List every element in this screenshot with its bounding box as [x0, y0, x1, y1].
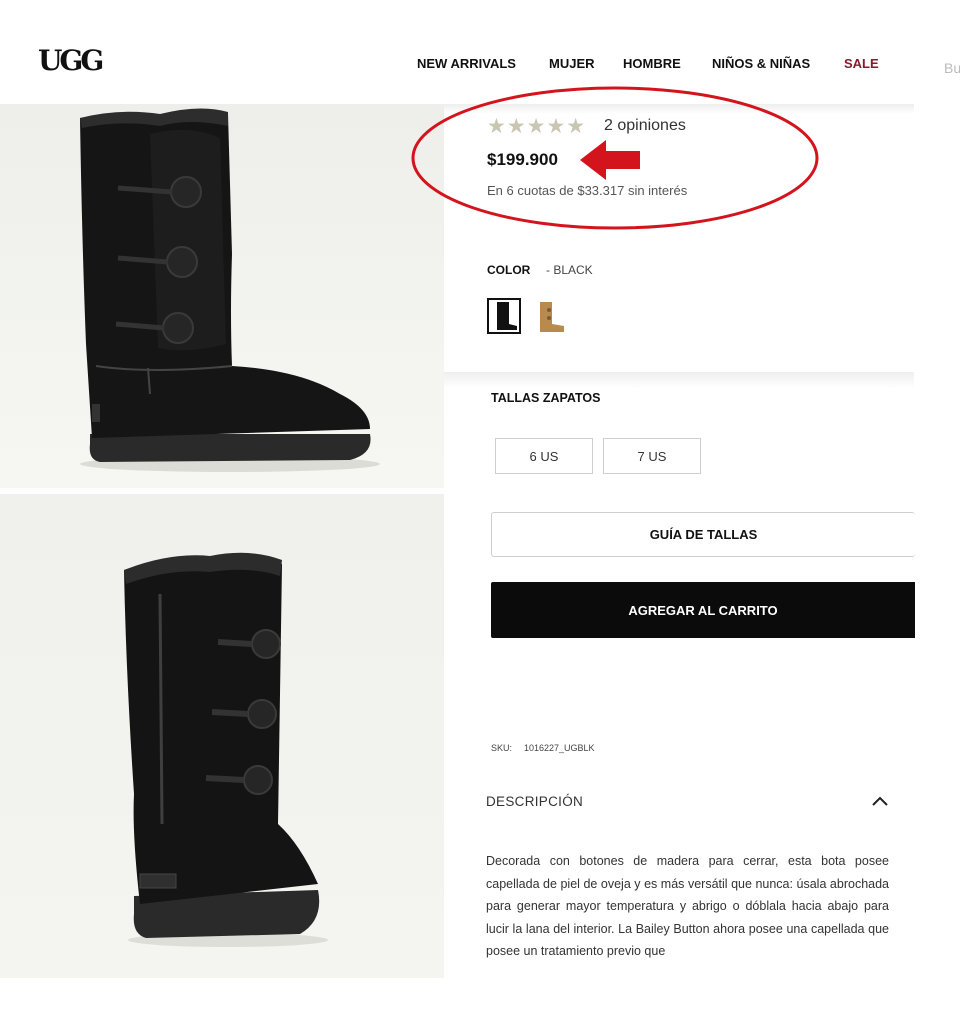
- add-to-cart-button[interactable]: AGREGAR AL CARRITO: [491, 582, 915, 638]
- product-price: $199.900: [487, 150, 558, 169]
- chestnut-boot-thumb-icon: [540, 302, 564, 332]
- nav-ninos-ninas[interactable]: NIÑOS & NIÑAS: [712, 56, 810, 71]
- size-option-6-us[interactable]: 6 US: [495, 438, 593, 474]
- sizes-title: TALLAS ZAPATOS: [491, 391, 601, 405]
- top-divider: [444, 104, 914, 114]
- chevron-up-icon[interactable]: [870, 793, 890, 809]
- nav-hombre[interactable]: HOMBRE: [623, 56, 681, 71]
- search-overflow-text[interactable]: Bu: [944, 60, 960, 76]
- description-text: Decorada con botones de madera para cerr…: [486, 854, 889, 958]
- product-image-side[interactable]: [0, 104, 444, 488]
- reviews-count-link[interactable]: 2 opiniones: [604, 117, 686, 135]
- rating-stars[interactable]: ★★★★★: [487, 114, 586, 139]
- nav-new-arrivals[interactable]: NEW ARRIVALS: [417, 56, 516, 71]
- main-nav: NEW ARRIVALS MUJER HOMBRE NIÑOS & NIÑAS …: [0, 56, 960, 76]
- color-swatch-chestnut[interactable]: [534, 298, 568, 334]
- nav-mujer[interactable]: MUJER: [549, 56, 595, 71]
- boot-side-illustration: [80, 108, 380, 472]
- black-boot-thumb-icon: [497, 302, 517, 330]
- sku-label: SKU:: [491, 743, 513, 753]
- product-image-back[interactable]: [0, 494, 444, 978]
- nav-sale[interactable]: SALE: [844, 56, 879, 71]
- size-guide-button[interactable]: GUÍA DE TALLAS: [491, 512, 915, 557]
- boot-back-illustration: [124, 552, 328, 947]
- color-value: - BLACK: [546, 263, 593, 277]
- sku-value: 1016227_UGBLK: [524, 743, 595, 753]
- installments-text: En 6 cuotas de $33.317 sin interés: [487, 183, 688, 198]
- section-divider: [444, 372, 914, 388]
- color-swatch-black[interactable]: [487, 298, 521, 334]
- size-option-7-us[interactable]: 7 US: [603, 438, 701, 474]
- annotation-arrow: [580, 140, 640, 180]
- color-label: COLOR: [487, 263, 531, 277]
- description-title[interactable]: DESCRIPCIÓN: [486, 794, 583, 809]
